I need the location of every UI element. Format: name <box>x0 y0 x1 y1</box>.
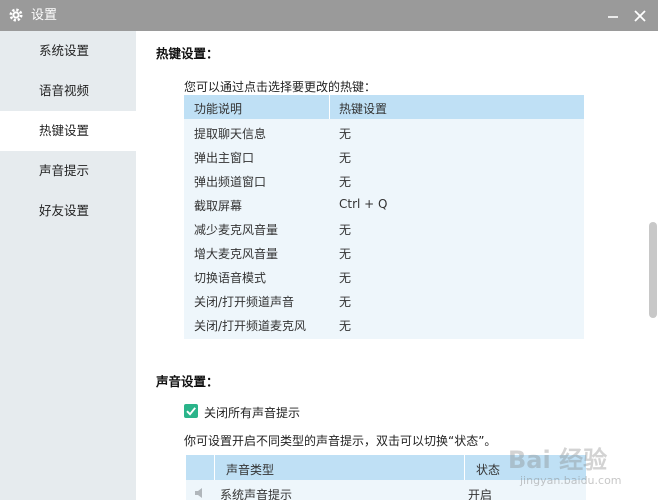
table-row[interactable]: 增大麦克风音量 无 <box>184 240 584 264</box>
hotkey-value[interactable]: 无 <box>339 149 351 166</box>
hotkey-function: 弹出频道窗口 <box>194 175 267 189</box>
hotkey-value[interactable]: Ctrl + Q <box>339 197 387 211</box>
scrollbar-thumb[interactable] <box>649 222 657 318</box>
table-row[interactable]: 减少麦克风音量 无 <box>184 216 584 240</box>
hotkey-function: 关闭/打开频道麦克风 <box>194 319 307 333</box>
hotkey-value[interactable]: 无 <box>339 269 351 286</box>
table-row[interactable]: 关闭/打开频道麦克风 无 <box>184 312 584 336</box>
sidebar-item-system[interactable]: 系统设置 <box>0 31 136 71</box>
hotkey-function: 提取聊天信息 <box>194 127 267 141</box>
minimize-button[interactable] <box>604 7 622 25</box>
sound-status[interactable]: 开启 <box>468 486 492 500</box>
hotkey-function: 弹出主窗口 <box>194 151 255 165</box>
gear-icon <box>9 8 23 22</box>
hotkey-value[interactable]: 无 <box>339 173 351 190</box>
hotkey-value[interactable]: 无 <box>339 125 351 142</box>
hotkey-value[interactable]: 无 <box>339 317 351 334</box>
column-header-sound-type: 声音类型 <box>226 463 275 477</box>
sound-intro: 你可设置开启不同类型的声音提示，双击可以切换“状态”。 <box>184 434 497 448</box>
table-row[interactable]: 切换语音模式 无 <box>184 264 584 288</box>
hotkey-value[interactable]: 无 <box>339 221 351 238</box>
column-divider <box>464 455 465 480</box>
watermark-url: jingyan.baidu.com <box>520 474 622 487</box>
mute-all-checkbox[interactable] <box>184 404 198 418</box>
hotkey-function: 关闭/打开频道声音 <box>194 295 295 309</box>
column-header-function: 功能说明 <box>194 102 243 116</box>
column-divider <box>214 455 215 480</box>
table-row[interactable]: 截取屏幕 Ctrl + Q <box>184 192 584 216</box>
table-row[interactable]: 弹出主窗口 无 <box>184 144 584 168</box>
sidebar-item-sound[interactable]: 声音提示 <box>0 151 136 191</box>
hotkey-section-title: 热键设置： <box>156 46 219 61</box>
hotkey-function: 增大麦克风音量 <box>194 247 279 261</box>
column-divider <box>329 95 330 119</box>
column-header-status: 状态 <box>476 463 501 477</box>
hotkey-function: 切换语音模式 <box>194 271 267 285</box>
speaker-icon <box>195 488 202 498</box>
hotkey-value[interactable]: 无 <box>339 245 351 262</box>
table-row[interactable]: 提取聊天信息 无 <box>184 120 584 144</box>
hotkey-table-header: 功能说明 热键设置 <box>184 95 584 119</box>
title-bar: 设置 <box>0 0 658 31</box>
close-button[interactable] <box>631 7 649 25</box>
table-row[interactable]: 弹出频道窗口 无 <box>184 168 584 192</box>
sidebar-item-audio-video[interactable]: 语音视频 <box>0 71 136 111</box>
mute-all-label[interactable]: 关闭所有声音提示 <box>204 404 300 421</box>
hotkey-intro: 您可以通过点击选择要更改的热键： <box>184 80 377 94</box>
sidebar-item-hotkeys[interactable]: 热键设置 <box>0 111 136 151</box>
column-header-hotkey: 热键设置 <box>339 102 388 116</box>
table-row[interactable]: 关闭/打开频道声音 无 <box>184 288 584 312</box>
settings-content: 热键设置： 您可以通过点击选择要更改的热键： 功能说明 热键设置 提取聊天信息无… <box>136 31 646 500</box>
sidebar-item-friends[interactable]: 好友设置 <box>0 191 136 231</box>
watermark: Bai 经验 <box>508 446 608 474</box>
sidebar: 系统设置 语音视频 热键设置 声音提示 好友设置 <box>0 31 136 500</box>
hotkey-table: 功能说明 热键设置 提取聊天信息无 弹出主窗口无 弹出频道窗口无 截取屏幕 Ctr… <box>184 95 584 339</box>
hotkey-function: 减少麦克风音量 <box>194 223 279 237</box>
hotkey-value[interactable]: 无 <box>339 293 351 310</box>
sound-type: 系统声音提示 <box>220 488 293 500</box>
sound-section-title: 声音设置： <box>156 374 219 389</box>
window-title: 设置 <box>31 8 58 23</box>
hotkey-function: 截取屏幕 <box>194 199 243 213</box>
